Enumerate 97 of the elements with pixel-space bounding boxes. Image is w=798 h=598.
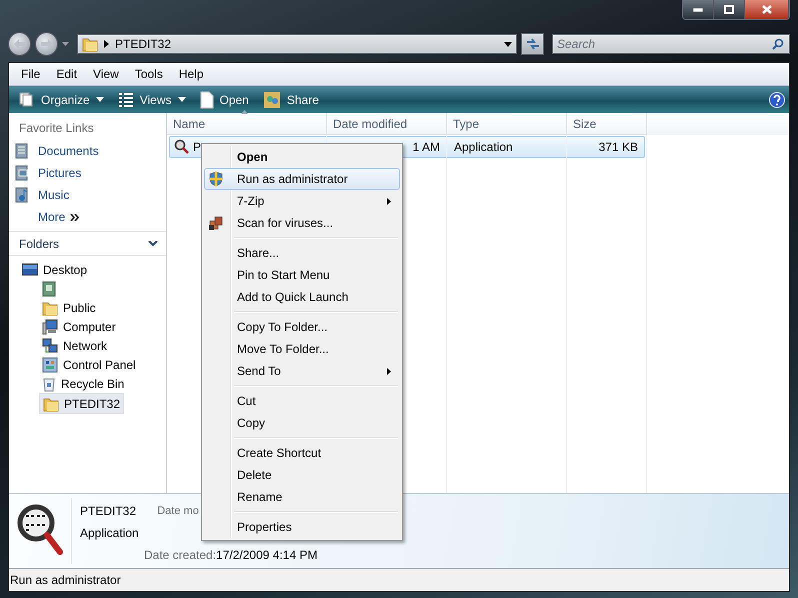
menu-item[interactable]: Pin to Start Menu bbox=[204, 264, 400, 286]
submenu-arrow-icon bbox=[387, 368, 391, 374]
menu-item[interactable]: Share... bbox=[204, 242, 400, 264]
file-size: 371 KB bbox=[598, 140, 638, 154]
maximize-icon bbox=[724, 5, 734, 14]
column-header[interactable]: Name bbox=[167, 113, 327, 135]
search-field[interactable]: Search bbox=[552, 34, 790, 54]
forward-button[interactable] bbox=[35, 32, 58, 56]
network-icon bbox=[42, 338, 58, 354]
picture-icon bbox=[14, 165, 30, 181]
music-icon bbox=[14, 187, 30, 203]
page-icon[interactable] bbox=[200, 90, 214, 108]
menu-item[interactable]: Tools bbox=[126, 67, 171, 81]
folders-heading[interactable]: Folders bbox=[19, 236, 60, 250]
control-panel-icon bbox=[42, 356, 58, 372]
tree-item[interactable]: Network bbox=[39, 336, 110, 355]
close-button[interactable] bbox=[745, 0, 789, 19]
submenu-arrow-icon bbox=[387, 198, 391, 204]
field-value: 17/2/2009 4:14 PM bbox=[216, 548, 318, 562]
menu-item[interactable]: Add to Quick Launch bbox=[204, 286, 400, 308]
tree-item[interactable]: PTEDIT32 bbox=[39, 393, 124, 414]
left-arrow-icon bbox=[14, 39, 26, 49]
computer-icon bbox=[42, 318, 58, 334]
address-bar[interactable]: PTEDIT32 bbox=[77, 34, 517, 54]
column-header[interactable]: Type bbox=[447, 113, 567, 135]
scanner-icon bbox=[208, 215, 224, 231]
dropdown-caret-icon[interactable] bbox=[504, 42, 512, 46]
toolbar-button[interactable]: Organize bbox=[13, 88, 110, 111]
refresh-arrows-icon bbox=[526, 38, 540, 50]
menu-item[interactable]: Edit bbox=[48, 67, 86, 81]
toolbar-button[interactable]: Views bbox=[112, 88, 192, 111]
list-view-icon[interactable] bbox=[118, 92, 134, 108]
field-label: Date mo bbox=[157, 505, 200, 517]
magnifier-icon bbox=[174, 139, 190, 155]
favorite-link[interactable]: More bbox=[9, 206, 166, 228]
menu-item[interactable]: Create Shortcut bbox=[204, 442, 400, 464]
people-icon[interactable] bbox=[262, 90, 281, 108]
toolbar-button[interactable]: Share bbox=[256, 88, 325, 111]
menu-item[interactable]: File bbox=[13, 67, 48, 81]
refresh-button[interactable] bbox=[521, 33, 544, 55]
column-header[interactable]: Date modified bbox=[327, 113, 447, 135]
back-button[interactable] bbox=[8, 32, 31, 56]
right-arrow-icon bbox=[40, 39, 52, 49]
menu-item[interactable]: 7-Zip bbox=[204, 190, 400, 212]
menu-item[interactable]: View bbox=[85, 67, 127, 81]
caret-icon bbox=[96, 97, 104, 102]
menu-item[interactable]: Send To bbox=[204, 360, 400, 382]
tree-item[interactable]: Computer bbox=[39, 317, 119, 336]
chevron-down-icon[interactable] bbox=[148, 240, 158, 246]
shield-icon bbox=[208, 171, 224, 187]
menu-item[interactable]: Delete bbox=[204, 464, 400, 486]
menu-item[interactable]: Properties bbox=[204, 516, 400, 538]
tree-item[interactable]: Public bbox=[39, 298, 99, 317]
folder-icon bbox=[43, 396, 59, 412]
breadcrumb-arrow-icon bbox=[104, 40, 109, 48]
close-icon bbox=[762, 5, 772, 14]
menu-item[interactable]: Run as administrator bbox=[204, 168, 400, 190]
magnifier-icon bbox=[17, 504, 63, 558]
status-text: Run as administrator bbox=[10, 573, 121, 587]
sort-arrow-icon bbox=[241, 110, 248, 114]
folder-icon bbox=[82, 36, 98, 52]
date-modified: 1 AM bbox=[412, 140, 440, 154]
menu-item[interactable]: Help bbox=[170, 67, 212, 81]
search-icon[interactable] bbox=[772, 38, 784, 50]
file-name: P bbox=[193, 140, 202, 154]
column-header[interactable]: Size bbox=[567, 113, 647, 135]
section-heading: Favorite Links bbox=[18, 120, 95, 136]
maximize-button[interactable] bbox=[714, 0, 745, 19]
menu-item[interactable]: Rename bbox=[204, 486, 400, 508]
item-name: PTEDIT32 bbox=[80, 504, 138, 518]
caret-icon bbox=[178, 97, 186, 102]
menu-item[interactable]: Copy bbox=[204, 412, 400, 434]
favorite-link[interactable]: Pictures bbox=[9, 162, 166, 184]
pages-icon[interactable] bbox=[19, 92, 35, 108]
field-label: Date created: bbox=[144, 548, 216, 562]
favorite-link[interactable]: Music bbox=[9, 184, 166, 206]
tree-item[interactable]: Control Panel bbox=[39, 355, 139, 374]
help-icon[interactable] bbox=[769, 92, 785, 108]
file-type: Application bbox=[454, 140, 513, 154]
tree-item[interactable]: Desktop bbox=[19, 260, 90, 279]
recycle-bin-icon bbox=[42, 376, 56, 392]
address-path: PTEDIT32 bbox=[115, 37, 172, 51]
menu-item[interactable]: Cut bbox=[204, 390, 400, 412]
menu-item[interactable]: Scan for viruses... bbox=[204, 212, 400, 234]
double-chevron-icon bbox=[70, 214, 80, 220]
item-type: Application bbox=[80, 526, 140, 540]
caret-icon[interactable] bbox=[62, 42, 69, 46]
menu-item[interactable]: Copy To Folder... bbox=[204, 316, 400, 338]
minimize-icon bbox=[693, 8, 703, 12]
toolbar-button[interactable]: Open bbox=[194, 88, 255, 111]
tree-item[interactable]: Recycle Bin bbox=[39, 374, 128, 393]
desktop-icon bbox=[22, 262, 38, 276]
menu-item[interactable]: Move To Folder... bbox=[204, 338, 400, 360]
favorite-link[interactable]: Documents bbox=[9, 140, 166, 162]
document-icon bbox=[14, 143, 30, 159]
minimize-button[interactable] bbox=[683, 0, 714, 19]
folder-icon bbox=[42, 300, 58, 316]
